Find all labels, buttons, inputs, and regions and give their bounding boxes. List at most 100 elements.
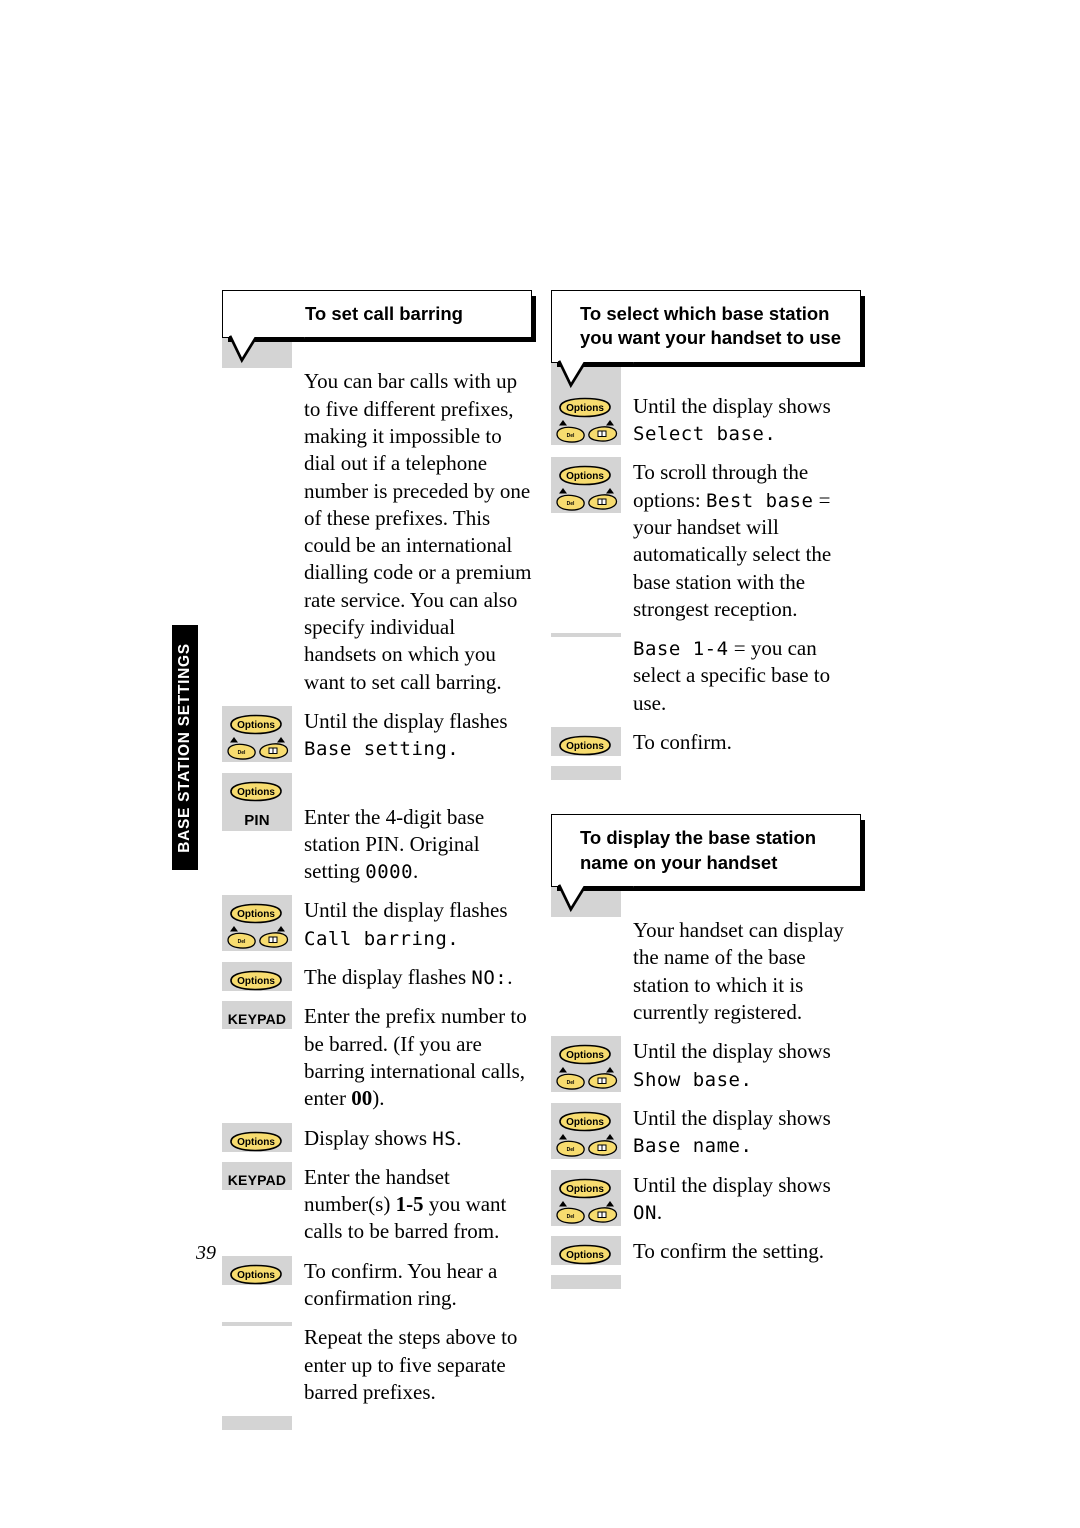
step-key-options[interactable]: Options: [222, 1264, 292, 1285]
svg-text:Options: Options: [566, 1117, 604, 1128]
step-instruction-text: Enter the prefix number to be barred. (I…: [292, 1001, 532, 1122]
step-text-fragment: Base setting.: [304, 738, 460, 761]
scroll-keys-icon[interactable]: Del: [227, 736, 289, 762]
instruction-step: Options Del Until the display shows ON.: [551, 1169, 861, 1237]
step-key-cell: Options Del: [551, 1036, 621, 1093]
options-button-icon[interactable]: Options: [558, 735, 612, 756]
svg-text:Options: Options: [237, 787, 275, 798]
step-text-fragment: Until the display shows: [633, 1039, 831, 1064]
step-instruction-text: To scroll through the options: Best base…: [621, 457, 861, 633]
step-key-cell: Options: [551, 1236, 621, 1266]
options-button-icon[interactable]: Options: [229, 1264, 283, 1285]
step-key-label: KEYPAD: [227, 1171, 287, 1188]
section-bottom-gap: [222, 1416, 532, 1431]
scroll-keys-icon[interactable]: Del: [227, 925, 289, 951]
step-key-options[interactable]: Options: [222, 970, 292, 991]
options-button-icon[interactable]: Options: [558, 1111, 612, 1132]
scroll-keys-icon[interactable]: Del: [556, 1066, 618, 1092]
step-key-options-scroll[interactable]: Options Del: [222, 903, 292, 951]
side-tab-base-station-settings: BASE STATION SETTINGS: [172, 625, 198, 870]
step-text-fragment: To confirm.: [633, 730, 732, 755]
step-instruction-text: Until the display flashes Base setting.: [292, 706, 532, 773]
instruction-step: Options Del Until the display shows Show b…: [551, 1036, 861, 1103]
down-arrow-icon: [277, 736, 285, 743]
step-key-options-scroll[interactable]: Options Del: [551, 465, 621, 513]
svg-text:Options: Options: [237, 1270, 275, 1281]
instruction-step: Options Display shows HS.: [222, 1122, 532, 1162]
options-button-icon[interactable]: Options: [229, 781, 283, 802]
step-key-cell: KEYPAD: [222, 1001, 292, 1030]
step-text-fragment: Base 1-4: [633, 638, 729, 661]
step-instruction-text: Enter the handset number(s) 1-5 you want…: [292, 1162, 532, 1256]
step-key-options-scroll[interactable]: Options Del: [551, 1178, 621, 1226]
down-arrow-icon: [606, 488, 614, 494]
step-key-cell: Options Del: [222, 705, 292, 762]
options-button-icon[interactable]: Options: [558, 1044, 612, 1065]
step-key-options[interactable]: Options: [222, 1131, 292, 1152]
step-text-fragment: Enter the prefix number to be barred. (I…: [304, 1004, 527, 1111]
section-body: You can bar calls with up to five differ…: [222, 338, 532, 1431]
step-key-cell: Options: [222, 962, 292, 992]
scroll-keys-icon[interactable]: Del: [556, 1200, 618, 1226]
options-button-icon[interactable]: Options: [558, 1178, 612, 1199]
up-arrow-icon: [559, 1133, 567, 1140]
step-text-fragment: Select base.: [633, 423, 777, 446]
step-key-options[interactable]: Options: [551, 735, 621, 756]
step-text-fragment: Display shows: [304, 1125, 433, 1150]
options-button-icon[interactable]: Options: [229, 714, 283, 735]
section-title: To set call barring: [305, 303, 463, 324]
section-title: To select which base station you want yo…: [580, 303, 842, 349]
options-button-icon[interactable]: Options: [558, 465, 612, 486]
options-button-icon[interactable]: Options: [558, 397, 612, 418]
instruction-step: Options Del Until the display shows Base n…: [551, 1102, 861, 1170]
step-text-fragment: Your handset can display the name of the…: [633, 918, 844, 1025]
step-text-fragment: Best base: [705, 489, 814, 512]
step-key-options-scroll[interactable]: Options Del: [551, 1111, 621, 1159]
step-key-cell: Options Del: [551, 457, 621, 514]
scroll-keys-icon[interactable]: Del: [556, 487, 618, 513]
up-arrow-icon: [559, 488, 567, 494]
instruction-step: Options The display flashes NO:.: [222, 962, 532, 1001]
section-callout: To select which base station you want yo…: [551, 290, 861, 388]
svg-text:Options: Options: [566, 471, 604, 482]
scroll-keys-icon[interactable]: Del: [556, 1133, 618, 1159]
instruction-step: KEYPAD Enter the prefix number to be barr…: [222, 1001, 532, 1122]
svg-text:Options: Options: [237, 909, 275, 920]
instruction-step: Options Del Until the display flashes Call…: [222, 895, 532, 962]
svg-text:Del: Del: [238, 939, 246, 945]
instruction-step: Options To confirm. You hear a confirmati…: [222, 1255, 532, 1323]
step-key-options-scroll[interactable]: Options Del: [551, 397, 621, 445]
scroll-keys-icon[interactable]: Del: [556, 419, 618, 445]
options-button-icon[interactable]: Options: [229, 1131, 283, 1152]
step-text-fragment: Until the display flashes: [304, 898, 508, 923]
options-button-icon[interactable]: Options: [229, 970, 283, 991]
column-section-gap: [551, 780, 861, 814]
options-button-icon[interactable]: Options: [558, 1244, 612, 1265]
svg-text:Options: Options: [566, 741, 604, 752]
step-key-options[interactable]: Options: [222, 781, 292, 802]
step-key-cell: Options: [222, 1122, 292, 1152]
section-callout: To set call barring: [222, 290, 532, 364]
options-button-icon[interactable]: Options: [229, 903, 283, 924]
section-callout: To display the base station name on your…: [551, 814, 861, 913]
step-text-fragment: Base name.: [633, 1135, 753, 1158]
step-instruction-text: Until the display shows Show base.: [621, 1036, 861, 1103]
down-arrow-icon: [606, 1200, 614, 1207]
svg-text:Del: Del: [238, 750, 246, 756]
section-body: Your handset can display the name of the…: [551, 887, 861, 1290]
step-key-options-scroll[interactable]: Options Del: [222, 714, 292, 762]
instruction-step: Options Del To scroll through the options:…: [551, 457, 861, 633]
right-column: To select which base station you want yo…: [551, 290, 861, 1290]
step-key-options-scroll[interactable]: Options Del: [551, 1044, 621, 1092]
svg-text:Del: Del: [567, 1147, 575, 1153]
down-arrow-icon: [606, 1133, 614, 1140]
svg-text:Del: Del: [567, 501, 575, 507]
step-text-fragment: .: [656, 1199, 663, 1224]
step-key-cell: [551, 633, 621, 638]
step-key-options[interactable]: Options: [551, 1244, 621, 1265]
instruction-step: Your handset can display the name of the…: [551, 913, 861, 1036]
step-text-fragment: Call barring.: [304, 927, 460, 950]
step-key-cell: [222, 1322, 292, 1327]
step-text-fragment: Repeat the steps above to enter up to fi…: [304, 1325, 518, 1404]
instruction-step: Options: [222, 772, 532, 802]
